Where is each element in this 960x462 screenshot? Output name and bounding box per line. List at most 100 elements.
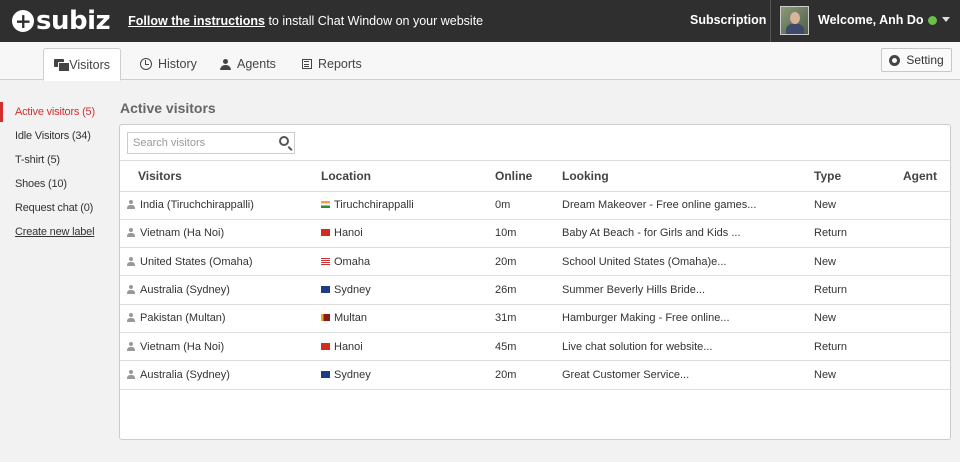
sidebar-item-request-chat[interactable]: Request chat (0): [0, 196, 110, 220]
tab-label: History: [158, 57, 197, 71]
location-text: Hanoi: [334, 340, 363, 353]
column-header-agent[interactable]: Agent: [886, 161, 950, 192]
looking-page: Baby At Beach - for Girls and Kids ...: [562, 227, 741, 240]
welcome-text[interactable]: Welcome, Anh Do: [818, 13, 924, 27]
cell-location: Hanoi: [308, 332, 481, 362]
visitors-panel: Visitors Location Online Looking Type Ag…: [119, 124, 951, 440]
sidebar-item-active-visitors[interactable]: Active visitors (5): [0, 100, 110, 124]
cell-location: Sydney: [308, 360, 481, 390]
online-time: 26m: [495, 284, 517, 297]
avatar[interactable]: [780, 6, 809, 35]
table-row[interactable]: Vietnam (Ha Noi) Hanoi 45m Live chat soluti…: [120, 332, 950, 362]
sidebar-item-label: Shoes (10): [15, 178, 67, 190]
visitor-type: New: [814, 199, 837, 212]
tab-visitors[interactable]: Visitors: [43, 48, 121, 81]
cell-online: 10m: [481, 219, 548, 249]
logo-text: subiz: [36, 6, 111, 36]
looking-page: Live chat solution for website...: [562, 340, 713, 353]
cell-visitor: India (Tiruchchirappalli): [120, 191, 308, 220]
setting-button[interactable]: Setting: [881, 48, 952, 72]
australia-flag-icon: [321, 286, 330, 294]
visitor-type: New: [814, 255, 837, 268]
visitor-name: Australia (Sydney): [140, 284, 230, 297]
online-time: 31m: [495, 312, 517, 325]
cell-type: New: [801, 304, 886, 333]
cell-online: 45m: [481, 332, 548, 362]
cell-online: 31m: [481, 304, 548, 333]
visitor-name: Pakistan (Multan): [140, 312, 226, 325]
table-row[interactable]: Pakistan (Multan) Multan 31m Hamburger Maki…: [120, 304, 950, 333]
report-icon: [302, 59, 312, 69]
table-row[interactable]: Australia (Sydney) Sydney 20m Great Custome…: [120, 360, 950, 390]
tab-history[interactable]: History: [130, 48, 207, 80]
sidebar-item-idle-visitors[interactable]: Idle Visitors (34): [0, 124, 110, 148]
cell-visitor: Vietnam (Ha Noi): [120, 219, 308, 249]
cell-agent: [886, 219, 950, 249]
table-row[interactable]: India (Tiruchchirappalli) Tiruchchirappal…: [120, 191, 950, 220]
table-row[interactable]: United States (Omaha) Omaha 20m School Unit…: [120, 247, 950, 277]
cell-type: New: [801, 191, 886, 220]
search-box: [127, 132, 295, 154]
chat-icon: [54, 59, 71, 72]
cell-agent: [886, 304, 950, 333]
visitor-name: Vietnam (Ha Noi): [140, 227, 225, 240]
cell-online: 26m: [481, 275, 548, 305]
online-time: 20m: [495, 368, 517, 381]
search-input[interactable]: [128, 133, 268, 153]
visitor-name: India (Tiruchchirappalli): [140, 199, 254, 212]
online-time: 20m: [495, 255, 517, 268]
cell-looking: Dream Makeover - Free online games...: [548, 191, 801, 220]
usa-flag-icon: [321, 257, 330, 265]
setting-label: Setting: [906, 53, 944, 67]
sidebar-item-label: Idle Visitors (34): [15, 130, 91, 142]
visitor-name: Vietnam (Ha Noi): [140, 340, 225, 353]
location-text: Sydney: [334, 368, 371, 381]
person-icon: [127, 285, 135, 295]
sidebar-item-label: T-shirt (5): [15, 154, 60, 166]
visitor-type: New: [814, 312, 837, 325]
tab-reports[interactable]: Reports: [292, 48, 372, 80]
looking-page: Summer Beverly Hills Bride...: [562, 284, 706, 297]
user-menu-caret-icon[interactable]: [942, 17, 950, 22]
looking-page: Dream Makeover - Free online games...: [562, 199, 757, 212]
sidebar-item-label: Request chat (0): [15, 202, 94, 214]
tab-label: Visitors: [69, 57, 110, 72]
cell-looking: Summer Beverly Hills Bride...: [548, 275, 801, 305]
cell-visitor: Vietnam (Ha Noi): [120, 332, 308, 362]
sidebar-item-shoes[interactable]: Shoes (10): [0, 172, 110, 196]
looking-page: School United States (Omaha)e...: [562, 255, 727, 268]
cell-visitor: United States (Omaha): [120, 247, 308, 277]
subscription-link[interactable]: Subscription: [690, 13, 766, 27]
cell-agent: [886, 191, 950, 220]
looking-page: Great Customer Service...: [562, 368, 690, 381]
cell-location: Multan: [308, 304, 481, 333]
australia-flag-icon: [321, 370, 330, 378]
cell-looking: Hamburger Making - Free online...: [548, 304, 801, 333]
plus-icon: +: [12, 10, 34, 32]
sidebar-item-tshirt[interactable]: T-shirt (5): [0, 148, 110, 172]
column-header-visitors[interactable]: Visitors: [120, 161, 308, 192]
cell-type: New: [801, 247, 886, 277]
cell-agent: [886, 332, 950, 362]
vietnam-flag-icon: [321, 229, 330, 237]
location-text: Tiruchchirappalli: [334, 199, 414, 212]
cell-visitor: Pakistan (Multan): [120, 304, 308, 333]
column-header-type[interactable]: Type: [801, 161, 886, 192]
tab-agents[interactable]: Agents: [210, 48, 286, 80]
person-icon: [127, 369, 135, 379]
subiz-logo[interactable]: + subiz: [12, 6, 111, 36]
cell-agent: [886, 275, 950, 305]
table-row[interactable]: Vietnam (Ha Noi) Hanoi 10m Baby At Beach - …: [120, 219, 950, 249]
install-instructions-link[interactable]: Follow the instructions: [128, 14, 265, 28]
search-icon[interactable]: [279, 136, 289, 146]
cell-type: Return: [801, 219, 886, 249]
column-header-online[interactable]: Online: [481, 161, 548, 192]
location-text: Hanoi: [334, 227, 363, 240]
create-new-label-link[interactable]: Create new label: [0, 220, 110, 244]
sidebar: Active visitors (5) Idle Visitors (34) T…: [0, 100, 110, 244]
column-header-location[interactable]: Location: [308, 161, 481, 192]
online-time: 45m: [495, 340, 517, 353]
table-row[interactable]: Australia (Sydney) Sydney 26m Summer Beverl…: [120, 275, 950, 305]
column-header-looking[interactable]: Looking: [548, 161, 801, 192]
header-divider: [770, 0, 771, 42]
